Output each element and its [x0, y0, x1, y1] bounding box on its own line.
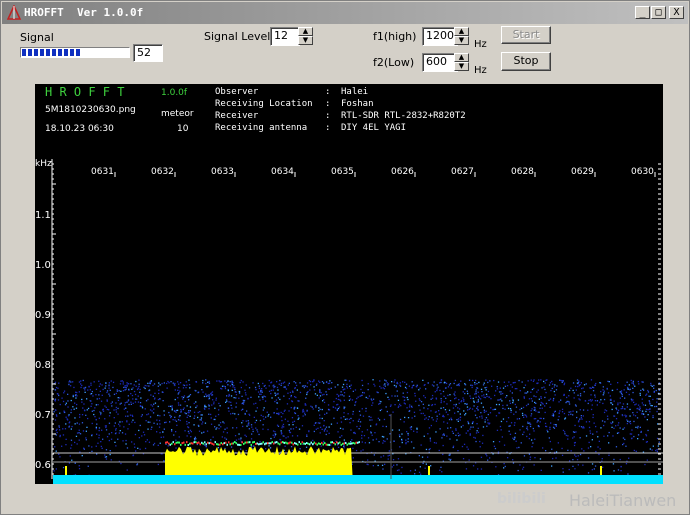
signal-level-stepper[interactable]: ▲ ▼: [298, 27, 313, 46]
chevron-up-icon[interactable]: ▲: [454, 53, 469, 62]
baseline-bar: [53, 475, 663, 484]
signal-level-label: Signal Level: [204, 30, 271, 43]
f2-label: f2(Low): [373, 56, 415, 69]
y-tick-label: 0.7: [35, 410, 51, 421]
signal-value-field[interactable]: 52: [133, 44, 163, 62]
signal-label: Signal: [20, 31, 54, 44]
f1-input[interactable]: 1200: [422, 27, 458, 46]
close-button[interactable]: X: [669, 6, 684, 19]
time-tick-label: 0629: [571, 167, 594, 177]
maximize-button[interactable]: □: [651, 6, 666, 19]
f1-unit: Hz: [474, 39, 487, 50]
f1-label: f1(high): [373, 30, 417, 43]
time-tick-label: 0628: [511, 167, 534, 177]
time-tick-label: 0635: [331, 167, 354, 177]
time-tick-label: 0634: [271, 167, 294, 177]
y-tick-label: 0.9: [35, 310, 51, 321]
time-tick-label: 0626: [391, 167, 414, 177]
spectrogram-plot: 1.1 1.0 0.9 0.8 0.7 0.6 0631 0632 0633 0634 0635 06…: [35, 159, 663, 484]
noise-field: [53, 379, 660, 480]
chevron-up-icon[interactable]: ▲: [298, 27, 313, 36]
signal-level-input[interactable]: 12: [270, 27, 300, 46]
signal-meter-fill: [22, 49, 81, 56]
chevron-down-icon[interactable]: ▼: [454, 36, 469, 45]
y-tick-label: 1.0: [35, 260, 51, 271]
time-tick-label: 0631: [91, 167, 114, 177]
chevron-down-icon[interactable]: ▼: [454, 62, 469, 71]
y-tick-label: 0.6: [35, 460, 51, 471]
f2-input[interactable]: 600: [422, 53, 458, 72]
bilibili-logo: bilibili: [497, 491, 546, 507]
signal-meter: [20, 47, 130, 58]
f1-stepper[interactable]: ▲ ▼: [454, 27, 469, 46]
chevron-up-icon[interactable]: ▲: [454, 27, 469, 36]
chevron-down-icon[interactable]: ▼: [298, 36, 313, 45]
spectrogram-display: H R O F F T 1.0.0f 5M1810230630.png mete…: [35, 84, 663, 484]
window-title: HROFFT Ver 1.0.0f: [24, 6, 144, 19]
app-window: HROFFT Ver 1.0.0f _ □ X Signal 52 Signal…: [0, 0, 690, 515]
y-tick-label: 1.1: [35, 210, 51, 221]
watermark-text: HaleiTianwen: [569, 491, 677, 510]
time-tick-label: 0627: [451, 167, 474, 177]
y-tick-label: 0.8: [35, 360, 51, 371]
title-bar[interactable]: HROFFT Ver 1.0.0f _ □ X: [2, 2, 688, 24]
antenna-icon: [6, 5, 22, 20]
start-button[interactable]: Start: [501, 26, 551, 44]
f2-unit: Hz: [474, 65, 487, 76]
stop-button[interactable]: Stop: [501, 52, 551, 71]
minimize-button[interactable]: _: [635, 6, 650, 19]
time-tick-label: 0632: [151, 167, 174, 177]
f2-stepper[interactable]: ▲ ▼: [454, 53, 469, 72]
time-tick-label: 0630: [631, 167, 654, 177]
time-tick-label: 0633: [211, 167, 234, 177]
